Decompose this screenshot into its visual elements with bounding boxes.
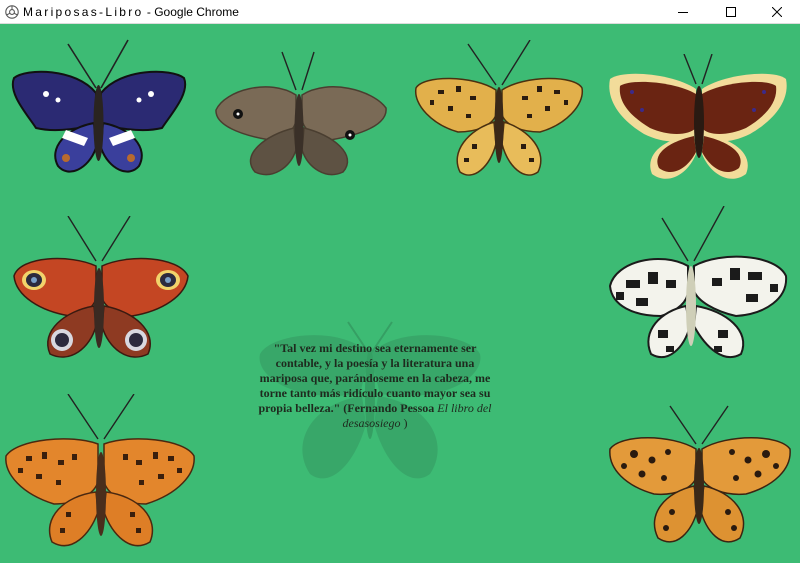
minimize-button[interactable] (660, 0, 706, 23)
pessoa-quote: "Tal vez mi destino sea eternamente ser … (252, 341, 498, 431)
butterfly-queen-of-spain-fritillary (609, 405, 791, 543)
chrome-app-icon (5, 5, 19, 19)
butterfly-meadow-brown (215, 51, 387, 176)
page-content: "Tal vez mi destino sea eternamente ser … (0, 24, 800, 563)
butterfly-silver-washed-fritillary (5, 394, 195, 547)
close-button[interactable] (754, 0, 800, 23)
browser-window: Mariposas-Libro - Google Chrome "Tal vez… (0, 0, 800, 563)
maximize-icon (726, 6, 736, 17)
butterfly-marbled-white (608, 206, 788, 359)
quote-close: ) (400, 416, 408, 430)
title-bar[interactable]: Mariposas-Libro - Google Chrome (0, 0, 800, 24)
butterfly-peacock (13, 216, 189, 358)
minimize-icon (678, 11, 688, 13)
close-icon (772, 6, 782, 17)
butterfly-purple-emperor (11, 39, 187, 173)
maximize-button[interactable] (708, 0, 754, 23)
window-title: Mariposas-Libro - Google Chrome (23, 5, 239, 19)
butterfly-camberwell-beauty (609, 54, 787, 179)
butterfly-fritillary-yellow (415, 40, 583, 176)
